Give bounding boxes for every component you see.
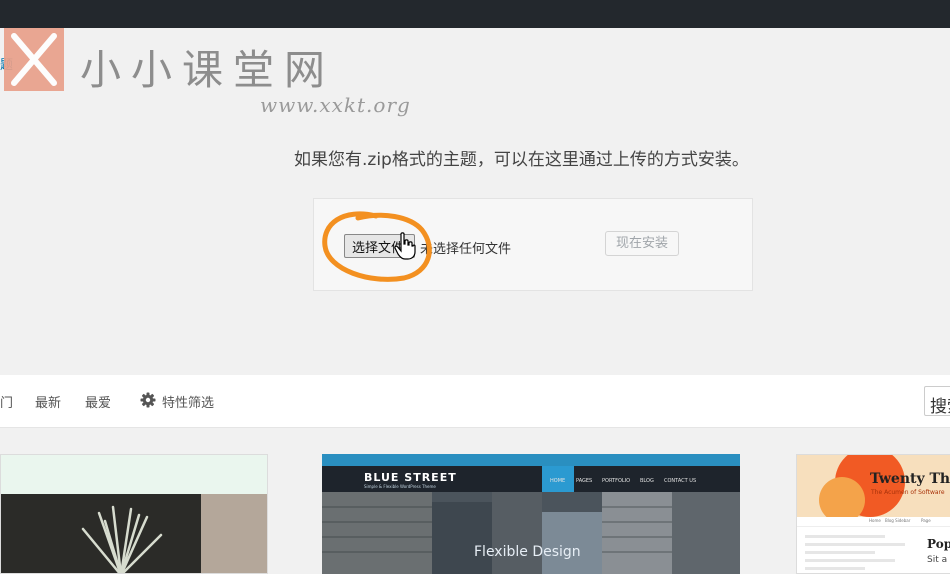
theme-preview-sidebar-lines [805, 535, 905, 570]
install-now-button[interactable]: 现在安装 [605, 231, 679, 256]
theme-card-twenty[interactable]: Twenty Th The Acumen of Software Home Bl… [796, 454, 950, 574]
theme-preview-nav-item: Page [921, 518, 931, 523]
theme-search-input[interactable]: 搜索 [924, 386, 950, 416]
gear-icon [140, 392, 156, 408]
theme-preview-menu-item: HOME [550, 478, 566, 484]
theme-preview-menu-item: PORTFOLIO [602, 478, 631, 484]
theme-preview-tagline: The Acumen of Software [871, 489, 945, 496]
decor-circle-icon [819, 477, 865, 517]
theme-preview-title: Twenty Th [870, 471, 950, 487]
x-logo-icon [11, 33, 57, 86]
theme-preview-topbar [322, 454, 740, 466]
watermark-url: www.xxkt.org [260, 93, 411, 117]
theme-preview-brand: BLUE STREET [364, 471, 457, 484]
hand-cursor-icon [394, 232, 416, 260]
theme-preview-tagline: Simple & Flexible WordPress Theme [364, 484, 436, 489]
feature-filter-button[interactable]: 特性筛选 [162, 392, 214, 411]
theme-screenshot-highlight [201, 494, 267, 573]
theme-preview-menu-item: CONTACT US [664, 478, 697, 484]
theme-preview-menu-item: BLOG [640, 478, 654, 484]
theme-preview-caption: Flexible Design [474, 544, 581, 560]
theme-preview-nav-item: Blog Sidebar [885, 518, 911, 523]
watermark-logo [4, 28, 64, 91]
watermark-brand: 小小课堂网 [80, 46, 335, 94]
theme-preview-body-text: Sit a [927, 555, 948, 565]
plant-image-icon [81, 505, 163, 573]
theme-preview-nav-item: Home [869, 518, 881, 523]
city-buildings-image [322, 492, 740, 574]
annotation-circle-icon [322, 211, 432, 282]
theme-preview-menu-item: PAGES [576, 478, 593, 484]
filter-favorites-tab[interactable]: 最爱 [85, 392, 111, 411]
admin-top-bar [0, 0, 950, 28]
theme-preview-section-title: Popu [927, 537, 950, 551]
upload-description: 如果您有.zip格式的主题，可以在这里通过上传的方式安装。 [294, 150, 749, 170]
theme-card-1[interactable] [0, 454, 268, 574]
filter-popular-tab[interactable]: 门 [0, 392, 13, 411]
filter-latest-tab[interactable]: 最新 [35, 392, 61, 411]
theme-card-blue-street[interactable]: BLUE STREET Simple & Flexible WordPress … [322, 454, 740, 574]
